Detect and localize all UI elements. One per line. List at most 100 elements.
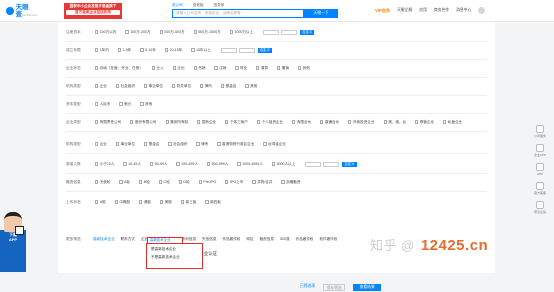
more-filter-item[interactable]: 联系方式	[121, 237, 135, 242]
filter-option[interactable]: 港、澳、台	[383, 120, 406, 125]
tool-feedback[interactable]: 意见反馈	[534, 201, 546, 214]
checkbox-icon[interactable]	[292, 120, 296, 124]
filter-option[interactable]: D轮	[178, 180, 190, 185]
filter-option[interactable]: 迁入	[151, 66, 164, 71]
filter-option[interactable]: 100万以内	[95, 30, 116, 35]
range-max-input[interactable]	[323, 161, 340, 167]
filter-option[interactable]: C轮	[158, 180, 170, 185]
checkbox-icon[interactable]	[235, 66, 239, 70]
checkbox-icon[interactable]	[229, 30, 233, 34]
checkbox-icon[interactable]	[172, 84, 176, 88]
nav-business[interactable]: 商务合作	[434, 8, 449, 13]
promo-banner[interactable]: 国家中小企业发展子基金旗下 官方备案企业征信机构	[64, 3, 122, 19]
filter-option[interactable]: 其他	[297, 66, 310, 71]
filter-option[interactable]: 美元	[119, 102, 131, 107]
nav-messages[interactable]: 消息中心	[456, 8, 471, 13]
save-filter-button[interactable]: 保存筛选	[323, 284, 346, 291]
filter-option[interactable]: 有限责任公司	[95, 120, 121, 125]
checkbox-icon[interactable]	[198, 180, 202, 184]
checkbox-icon[interactable]	[140, 102, 144, 106]
filter-option[interactable]: 香港特别行政区企业	[217, 142, 254, 147]
checkbox-icon[interactable]	[200, 84, 204, 88]
filter-option[interactable]: 其他	[140, 102, 152, 107]
filter-option[interactable]: 外商投资企业	[348, 120, 375, 125]
filter-option[interactable]: B轮	[139, 180, 150, 185]
filter-option[interactable]: 15年以上	[191, 48, 211, 53]
checkbox-icon[interactable]	[245, 84, 249, 88]
filter-option[interactable]: 停业	[235, 66, 247, 71]
range-min-input[interactable]	[305, 161, 322, 167]
checkbox-icon[interactable]	[165, 120, 169, 124]
checkbox-icon[interactable]	[114, 200, 118, 204]
checkbox-icon[interactable]	[123, 162, 127, 166]
checkbox-icon[interactable]	[277, 66, 281, 70]
filter-option[interactable]: 律所	[200, 84, 212, 89]
filter-option[interactable]: 并购/合并	[252, 180, 272, 185]
checkbox-icon[interactable]	[95, 48, 99, 52]
checkbox-icon[interactable]	[256, 66, 260, 70]
more-filter-item[interactable]: 专利信息	[182, 237, 196, 242]
filter-option[interactable]: 企业	[95, 84, 107, 89]
filter-option[interactable]: IPO上市	[225, 180, 243, 185]
more-filter-item[interactable]: 软件著作权	[320, 237, 338, 242]
checkbox-icon[interactable]	[164, 48, 169, 52]
tab-search-company[interactable]: 查公司	[172, 3, 183, 8]
tool-app[interactable]: APP	[536, 163, 544, 176]
checkbox-icon[interactable]	[95, 120, 99, 124]
filter-option[interactable]: 战略融资	[281, 180, 301, 185]
checkbox-icon[interactable]	[191, 48, 195, 52]
filter-option[interactable]: 清算	[256, 66, 268, 71]
filter-option[interactable]: 5000人以上	[271, 162, 295, 167]
checkbox-icon[interactable]	[95, 142, 99, 146]
checkbox-icon[interactable]	[225, 120, 229, 124]
checkbox-icon[interactable]	[158, 180, 163, 184]
more-filter-item[interactable]: 作品著作权	[222, 237, 240, 242]
checkbox-icon[interactable]	[130, 120, 134, 124]
checkbox-icon[interactable]	[95, 180, 99, 184]
more-filter-item[interactable]: 作品著作权	[296, 237, 314, 242]
filter-option[interactable]: 迁出	[172, 66, 185, 71]
filter-option[interactable]: 普通合伙	[320, 120, 339, 125]
filter-option[interactable]: 天使轮	[95, 180, 110, 185]
avatar[interactable]	[478, 7, 486, 14]
checkbox-icon[interactable]	[197, 120, 201, 124]
search-button[interactable]: 天眼一下	[304, 9, 338, 18]
checkbox-icon[interactable]	[125, 30, 129, 34]
checkbox-icon[interactable]	[139, 180, 143, 184]
checkbox-icon[interactable]	[119, 102, 123, 106]
filter-option[interactable]: 撤销	[277, 66, 289, 71]
range-max-input[interactable]	[238, 47, 255, 53]
checkbox-icon[interactable]	[178, 180, 182, 184]
filter-option[interactable]: 事业单位	[143, 84, 163, 89]
checkbox-icon[interactable]	[225, 180, 229, 184]
filter-option[interactable]: A轮	[119, 180, 130, 185]
filter-option[interactable]: 100-499人	[176, 162, 198, 167]
checkbox-icon[interactable]	[193, 66, 197, 70]
filter-option[interactable]: 1年内	[95, 48, 109, 53]
filter-option[interactable]: 机关单位	[172, 84, 191, 89]
checkbox-icon[interactable]	[193, 30, 197, 34]
filter-option[interactable]: 500-999人	[206, 162, 228, 167]
range-min-input[interactable]	[263, 29, 280, 35]
filter-option[interactable]: 人民币	[95, 102, 110, 107]
filter-option[interactable]: 注销	[214, 66, 226, 71]
filter-option[interactable]: 个人独资企业	[256, 120, 283, 125]
checkbox-icon[interactable]	[206, 162, 211, 166]
checkbox-icon[interactable]	[214, 66, 218, 70]
checkbox-icon[interactable]	[196, 142, 200, 146]
filter-option[interactable]: 10-15年	[164, 48, 182, 53]
checkbox-icon[interactable]	[348, 120, 352, 124]
filter-option[interactable]: 500万-1000万	[193, 30, 221, 35]
checkbox-icon[interactable]	[117, 48, 122, 52]
filter-option[interactable]: 1-5年	[117, 48, 131, 53]
checkbox-icon[interactable]	[140, 48, 144, 52]
view-results-button[interactable]: 查看结果	[353, 284, 382, 291]
more-filter-item[interactable]: 500强	[280, 237, 290, 242]
range-max-input[interactable]	[281, 29, 298, 35]
checkbox-icon[interactable]	[415, 120, 419, 124]
checkbox-icon[interactable]	[95, 30, 99, 34]
checkbox-icon[interactable]	[95, 84, 99, 88]
checkbox-icon[interactable]	[115, 84, 120, 88]
checkbox-icon[interactable]	[151, 66, 155, 70]
tab-search-relation[interactable]: 查关系	[214, 3, 225, 8]
